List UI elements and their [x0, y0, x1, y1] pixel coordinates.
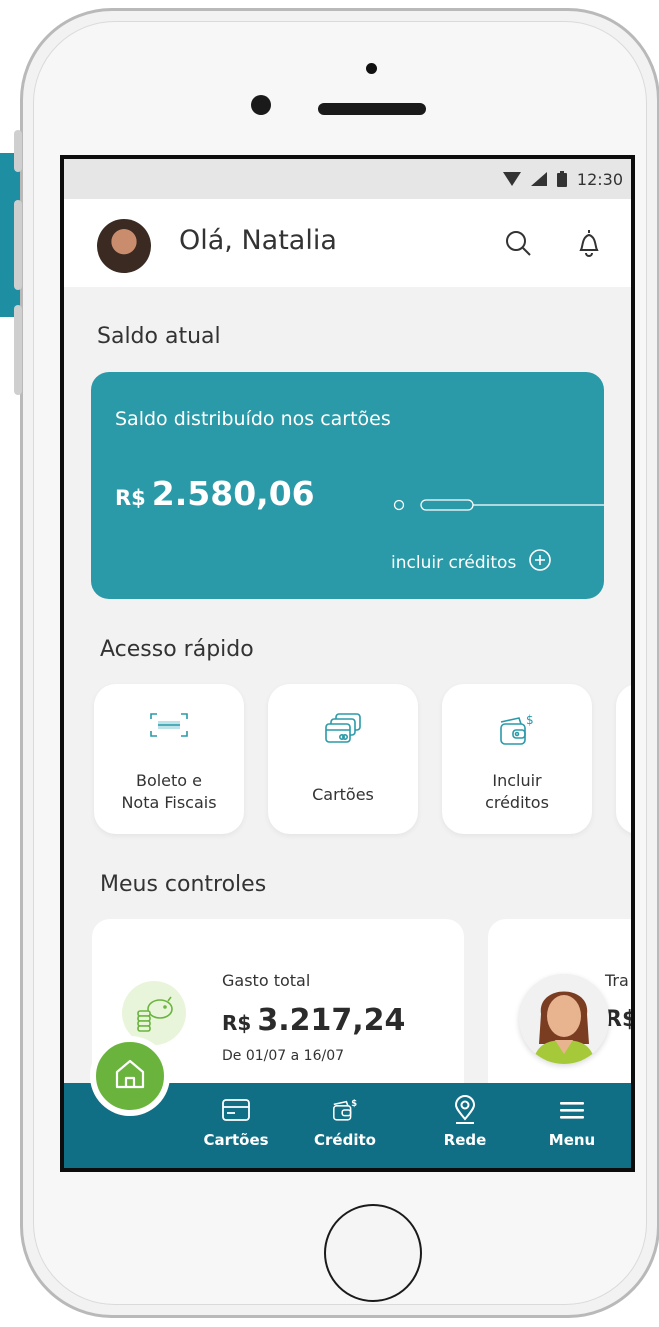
wallet-dollar-icon: $ — [442, 712, 592, 748]
virtual-assistant-avatar[interactable] — [519, 974, 609, 1064]
nav-cartoes[interactable]: Cartões — [191, 1095, 281, 1149]
control-date-range: De 01/07 a 16/07 — [222, 1048, 345, 1064]
add-credits-label: incluir créditos — [391, 552, 517, 573]
balance-value: 2.580,06 — [151, 474, 315, 513]
status-time: 12:30 — [576, 169, 623, 189]
controls-section-title: Meus controles — [100, 872, 267, 897]
quick-next-item[interactable] — [616, 684, 631, 834]
carousel-indicator — [393, 497, 604, 517]
battery-icon — [556, 171, 567, 187]
nav-rede[interactable]: Rede — [420, 1095, 510, 1149]
front-camera — [251, 95, 271, 115]
nav-credito[interactable]: $ Crédito — [300, 1095, 390, 1149]
quick-boleto-label: Boleto e Nota Fiscais — [121, 771, 217, 812]
balance-card: Saldo distribuído nos cartões R$ 2.580,06… — [91, 372, 604, 599]
card-icon — [222, 1095, 250, 1125]
wifi-icon — [502, 172, 521, 186]
greeting-text: Olá, Natalia — [179, 225, 337, 256]
app-screen: 12:30 Olá, Natalia Saldo atual Saldo dis… — [60, 155, 635, 1172]
side-button-mute — [14, 130, 22, 172]
plus-circle-icon — [528, 548, 552, 577]
control-value: 3.217,24 — [257, 1003, 406, 1038]
side-button-volume-down — [14, 305, 22, 395]
wallet-dollar-icon: $ — [331, 1095, 359, 1125]
bell-icon[interactable] — [571, 225, 607, 261]
quick-cartoes-label: Cartões — [312, 785, 374, 804]
quick-boleto[interactable]: Boleto e Nota Fiscais — [94, 684, 244, 834]
quick-incluir-label: Incluir créditos — [485, 771, 549, 812]
control-amount: R$ 3.217,24 — [222, 1003, 405, 1038]
control-label-second: Tra — [605, 971, 629, 990]
balance-section-title: Saldo atual — [97, 324, 221, 349]
nav-credito-label: Crédito — [314, 1131, 376, 1149]
earpiece-speaker — [318, 103, 426, 115]
nav-menu-label: Menu — [548, 1131, 596, 1149]
status-bar: 12:30 — [64, 159, 631, 199]
home-icon — [113, 1058, 147, 1094]
side-button-volume-up — [14, 200, 22, 290]
control-label: Gasto total — [222, 971, 311, 990]
map-pin-icon — [453, 1095, 477, 1125]
search-icon[interactable] — [500, 225, 536, 261]
hamburger-icon — [559, 1095, 585, 1125]
quick-access-title: Acesso rápido — [100, 637, 254, 662]
svg-text:$: $ — [526, 713, 534, 727]
cards-icon — [268, 712, 418, 748]
avatar[interactable] — [97, 219, 151, 273]
app-header: Olá, Natalia — [64, 199, 631, 287]
nav-menu[interactable]: Menu — [527, 1095, 617, 1149]
quick-cartoes[interactable]: Cartões — [268, 684, 418, 834]
quick-incluir-creditos[interactable]: $ Incluir créditos — [442, 684, 592, 834]
signal-icon — [530, 172, 547, 186]
proximity-sensor — [366, 63, 377, 74]
phone-home-button[interactable] — [324, 1204, 422, 1302]
nav-cartoes-label: Cartões — [203, 1131, 269, 1149]
control-currency: R$ — [222, 1011, 252, 1035]
nav-rede-label: Rede — [443, 1131, 487, 1149]
home-button[interactable] — [90, 1036, 170, 1116]
balance-currency: R$ — [115, 486, 146, 510]
balance-amount: R$ 2.580,06 — [115, 474, 315, 513]
control-currency-second: R$ — [605, 1007, 635, 1032]
barcode-scan-icon — [94, 712, 244, 738]
balance-subtitle: Saldo distribuído nos cartões — [115, 408, 391, 430]
add-credits-link[interactable]: incluir créditos — [391, 548, 552, 577]
svg-text:$: $ — [351, 1098, 357, 1108]
